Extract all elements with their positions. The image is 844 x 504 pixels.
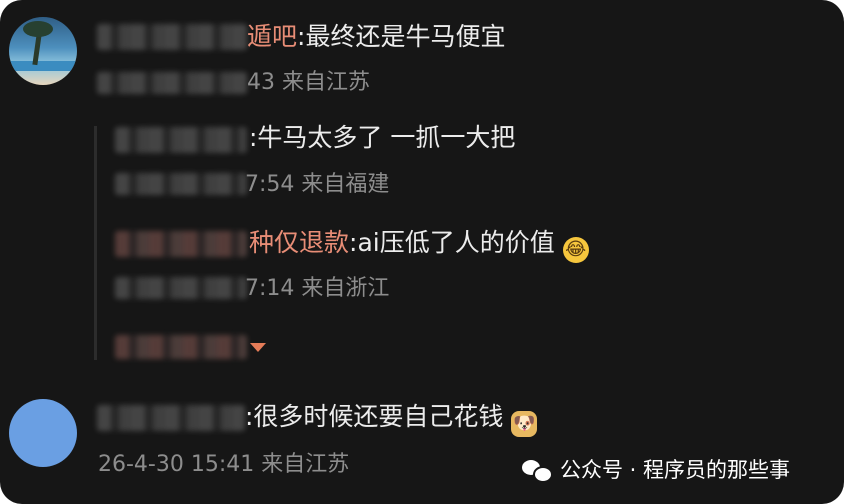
comment-text: 遁吧:最终还是牛马便宜 (247, 22, 506, 51)
location: 来自福建 (301, 172, 390, 197)
username[interactable]: 遁吧 (247, 22, 297, 51)
comment-panel: 遁吧:最终还是牛马便宜 43 来自江苏 :牛马太多了 一抓一大把 7:54 来自… (0, 0, 844, 504)
comment-meta: 43 来自江苏 (247, 70, 370, 96)
blurred-username[interactable] (97, 405, 245, 431)
comment-meta: 26-4-30 15:41 来自江苏 (98, 452, 349, 478)
location: 来自江苏 (282, 70, 371, 95)
timestamp: 7:14 (245, 276, 295, 301)
blurred-date (115, 173, 247, 195)
thread-line (94, 126, 97, 360)
avatar[interactable] (9, 399, 77, 467)
blurred-date (115, 277, 247, 299)
blurred-username[interactable] (97, 24, 247, 50)
location: 来自江苏 (261, 452, 350, 477)
location: 来自浙江 (301, 276, 390, 301)
blurred-username[interactable] (115, 231, 247, 257)
reply-text: :牛马太多了 一抓一大把 (249, 123, 516, 152)
wechat-icon (522, 458, 553, 483)
blurred-expand-text[interactable] (115, 335, 247, 359)
timestamp: 43 (247, 70, 275, 95)
reply-meta: 7:54 来自福建 (245, 172, 389, 198)
watermark: 公众号 · 程序员的那些事 (522, 455, 790, 485)
timestamp: 26-4-30 15:41 (98, 452, 255, 477)
blurred-username[interactable] (115, 127, 247, 153)
timestamp: 7:54 (245, 172, 295, 197)
reply-text: 种仅退款:ai压低了人的价值 😂 (249, 228, 589, 263)
expand-replies-icon[interactable] (250, 343, 266, 352)
avatar[interactable] (9, 17, 77, 85)
reply-meta: 7:14 来自浙江 (245, 276, 389, 302)
blurred-date (97, 72, 247, 94)
doge-emoji-icon: 🐶 (511, 411, 538, 437)
comment-text: :很多时候还要自己花钱 🐶 (245, 402, 538, 437)
username[interactable]: 种仅退款 (249, 228, 349, 257)
laughing-crying-emoji-icon: 😂 (562, 237, 589, 263)
